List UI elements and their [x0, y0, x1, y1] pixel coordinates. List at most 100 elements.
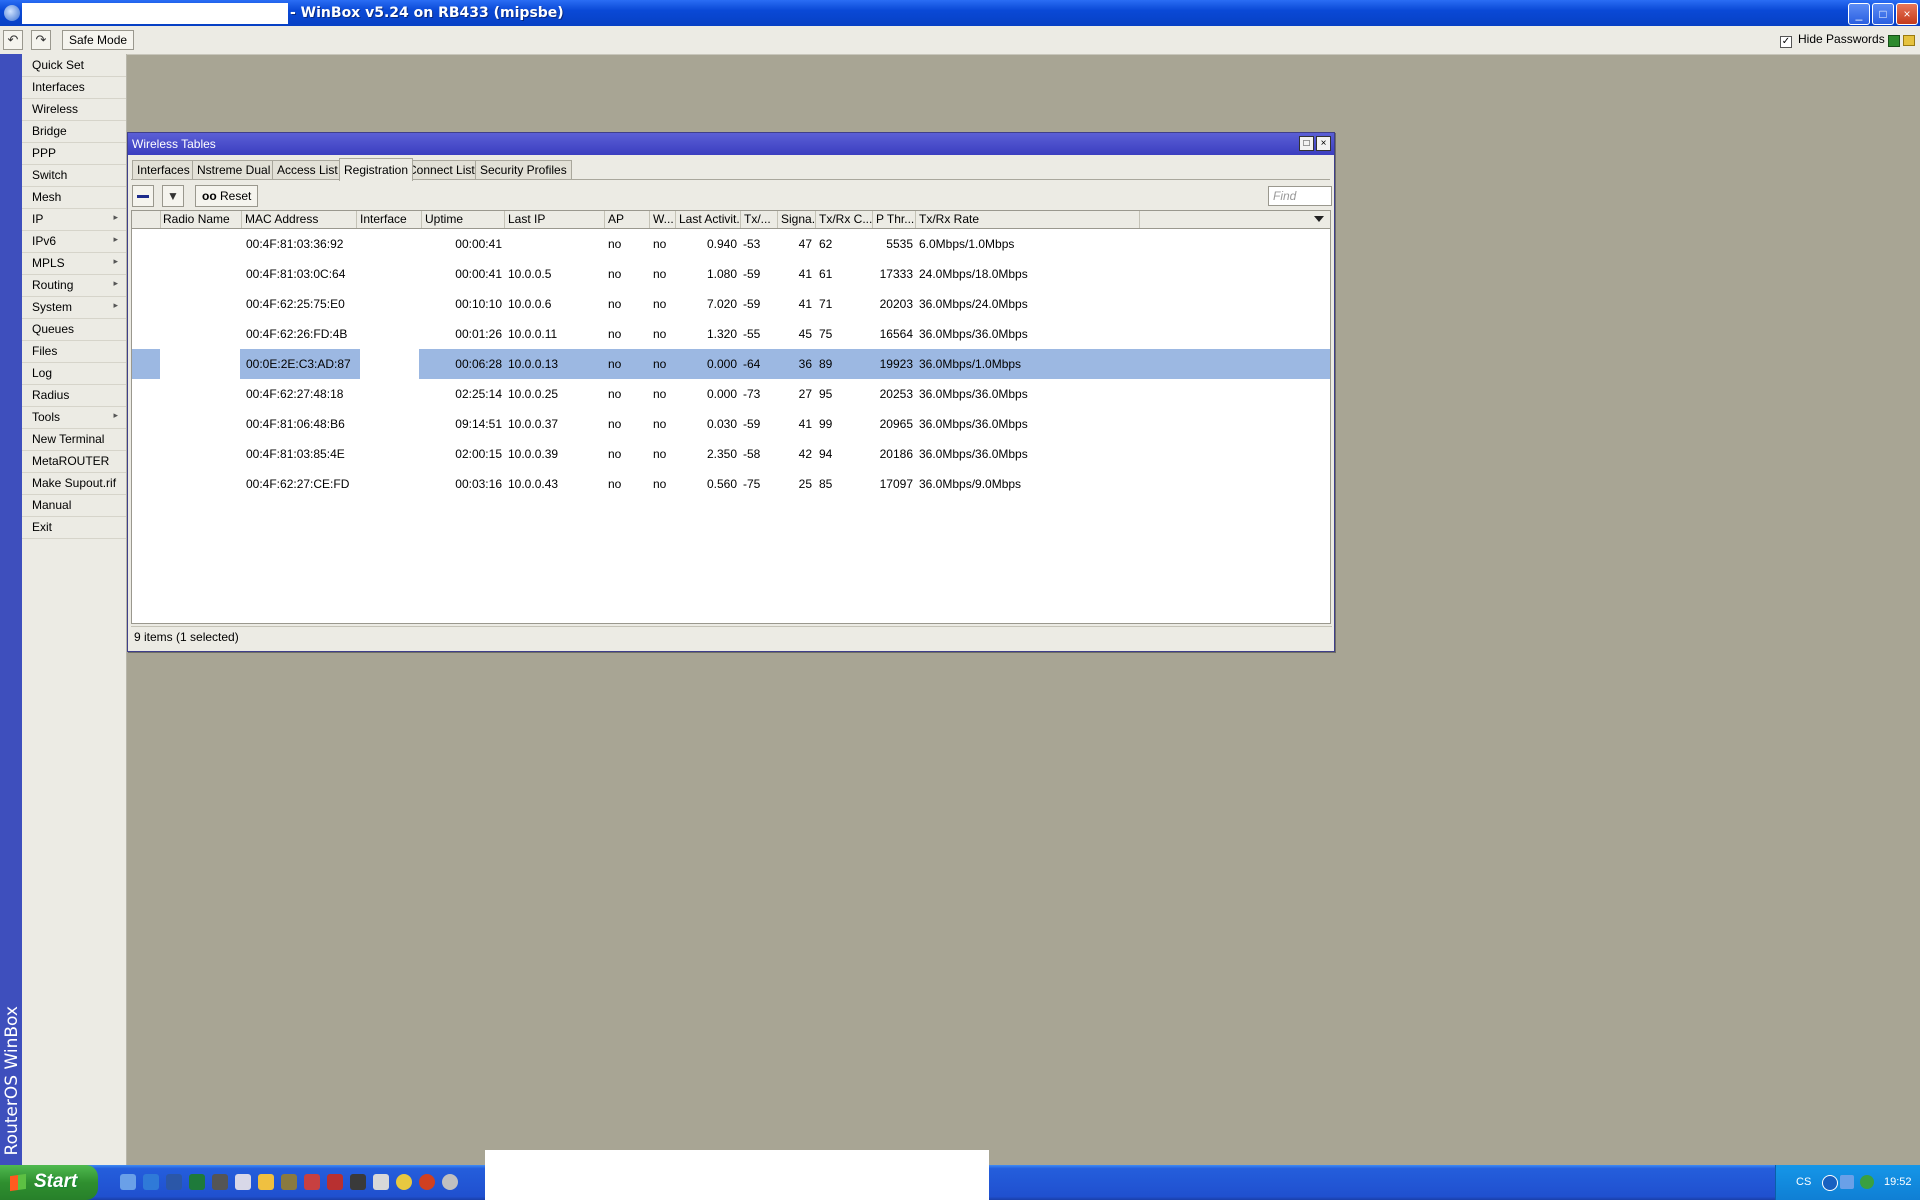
find-input[interactable]: Find: [1268, 186, 1332, 206]
winbox-app-icon[interactable]: [4, 5, 20, 21]
tab-nstreme-dual[interactable]: Nstreme Dual: [192, 160, 276, 180]
column-header-last-ip[interactable]: Last IP: [505, 211, 605, 228]
tray-network-icon[interactable]: [1840, 1175, 1854, 1189]
remove-button[interactable]: [132, 185, 154, 207]
language-indicator[interactable]: CS: [1796, 1176, 1811, 1188]
quicklaunch-outlook-icon[interactable]: [120, 1174, 136, 1190]
tab-interfaces[interactable]: Interfaces: [132, 160, 195, 180]
start-button[interactable]: Start: [0, 1165, 98, 1200]
tray-status-icon[interactable]: [1860, 1175, 1874, 1189]
quicklaunch-excel-icon[interactable]: [189, 1174, 205, 1190]
sidebar-item-label: Exit: [32, 520, 53, 534]
column-header-radio-name[interactable]: Radio Name: [160, 211, 242, 228]
sidebar-item-radius[interactable]: Radius: [22, 384, 126, 407]
cell-tx: -75: [743, 477, 761, 491]
column-header-last-activit[interactable]: Last Activit...: [676, 211, 741, 228]
sidebar-item-routing[interactable]: Routing ▸: [22, 274, 126, 297]
cell-ap: no: [608, 237, 622, 251]
quicklaunch-word-icon[interactable]: [166, 1174, 182, 1190]
undo-icon[interactable]: ↶: [3, 30, 23, 50]
column-header-tx[interactable]: Tx/...: [741, 211, 778, 228]
window-title-bar[interactable]: Wireless Tables □ ×: [128, 133, 1334, 155]
cell-ap: no: [608, 387, 622, 401]
sidebar-item-queues[interactable]: Queues: [22, 318, 126, 341]
sidebar-item-ip[interactable]: IP ▸: [22, 208, 126, 231]
column-header-ap[interactable]: AP: [605, 211, 650, 228]
sidebar-item-metarouter[interactable]: MetaROUTER: [22, 450, 126, 473]
sidebar-item-exit[interactable]: Exit: [22, 516, 126, 539]
sidebar-item-system[interactable]: System ▸: [22, 296, 126, 319]
table-row[interactable]: 00:4F:81:03:0C:64 00:00:41 10.0.0.5 no no 1.0…: [132, 259, 1330, 289]
reset-counters-button[interactable]: oo Reset: [195, 185, 259, 207]
quicklaunch-tools-icon[interactable]: [212, 1174, 228, 1190]
sidebar-item-label: Make Supout.rif: [32, 476, 117, 490]
column-header-p-thr[interactable]: P Thr...: [873, 211, 916, 228]
column-header-mac-address[interactable]: MAC Address: [242, 211, 357, 228]
quicklaunch-chrome-icon[interactable]: [396, 1174, 412, 1190]
sidebar-item-new-terminal[interactable]: New Terminal: [22, 428, 126, 451]
quicklaunch-app3-icon[interactable]: [304, 1174, 320, 1190]
sidebar-item-switch[interactable]: Switch: [22, 164, 126, 187]
column-header-tx-rx-c[interactable]: Tx/Rx C...: [816, 211, 873, 228]
sidebar-item-manual[interactable]: Manual: [22, 494, 126, 517]
sidebar-item-log[interactable]: Log: [22, 362, 126, 385]
column-header-uptime[interactable]: Uptime: [422, 211, 505, 228]
column-header-tx-rx-rate[interactable]: Tx/Rx Rate: [916, 211, 1140, 228]
cell-last-activity: 0.000: [706, 387, 737, 401]
sidebar-item-files[interactable]: Files: [22, 340, 126, 363]
sidebar-item-label: Files: [32, 344, 58, 358]
table-row[interactable]: 00:0E:2E:C3:AD:87 00:06:28 10.0.0.13 no no 0.…: [132, 349, 1330, 379]
sidebar-item-label: Switch: [32, 168, 68, 182]
cell-w: no: [653, 387, 667, 401]
quicklaunch-app2-icon[interactable]: [281, 1174, 297, 1190]
quicklaunch-winbox-icon[interactable]: [350, 1174, 366, 1190]
minimize-button[interactable]: _: [1848, 3, 1870, 25]
close-button[interactable]: ×: [1896, 3, 1918, 25]
tab-security-profiles[interactable]: Security Profiles: [475, 160, 572, 180]
cell-w: no: [653, 267, 667, 281]
window-close-icon[interactable]: ×: [1316, 136, 1331, 151]
table-row[interactable]: 00:4F:81:06:48:B6 09:14:51 10.0.0.37 no no 0.…: [132, 409, 1330, 439]
table-row[interactable]: 00:4F:62:27:CE:FD 00:03:16 10.0.0.43 no no 0.…: [132, 469, 1330, 499]
sidebar-item-make-supout-rif[interactable]: Make Supout.rif: [22, 472, 126, 495]
sidebar-item-quick-set[interactable]: Quick Set: [22, 54, 126, 77]
quicklaunch-app5-icon[interactable]: [442, 1174, 458, 1190]
sidebar-item-wireless[interactable]: Wireless: [22, 98, 126, 121]
quicklaunch-notepad-icon[interactable]: [373, 1174, 389, 1190]
sidebar-item-ppp[interactable]: PPP: [22, 142, 126, 165]
sidebar-item-tools[interactable]: Tools ▸: [22, 406, 126, 429]
quicklaunch-opera-icon[interactable]: [419, 1174, 435, 1190]
hide-passwords-toggle[interactable]: ✓ Hide Passwords: [1780, 32, 1885, 48]
sidebar-item-bridge[interactable]: Bridge: [22, 120, 126, 143]
tab-registration[interactable]: Registration: [339, 158, 414, 181]
table-row[interactable]: 00:4F:81:03:36:92 00:00:41 no no 0.940 -53 47 6…: [132, 229, 1330, 259]
sidebar-item-ipv6[interactable]: IPv6 ▸: [22, 230, 126, 253]
table-row[interactable]: 00:4F:62:27:48:18 02:25:14 10.0.0.25 no no 0.…: [132, 379, 1330, 409]
column-header-interface[interactable]: Interface: [357, 211, 422, 228]
safe-mode-button[interactable]: Safe Mode: [62, 30, 135, 50]
sidebar-item-interfaces[interactable]: Interfaces: [22, 76, 126, 99]
column-chooser-dropdown-icon[interactable]: [1314, 216, 1324, 222]
checkbox-checked-icon[interactable]: ✓: [1780, 36, 1792, 48]
tray-back-icon[interactable]: [1822, 1175, 1838, 1191]
sidebar-item-mesh[interactable]: Mesh: [22, 186, 126, 209]
tab-connect-list[interactable]: Connect List: [403, 160, 480, 180]
filter-icon[interactable]: ▼: [162, 185, 184, 207]
redo-icon[interactable]: ↷: [31, 30, 51, 50]
quicklaunch-media-icon[interactable]: [235, 1174, 251, 1190]
table-row[interactable]: 00:4F:62:25:75:E0 00:10:10 10.0.0.6 no no 7.0…: [132, 289, 1330, 319]
table-row[interactable]: 00:4F:62:26:FD:4B 00:01:26 10.0.0.11 no no 1.…: [132, 319, 1330, 349]
sidebar-item-mpls[interactable]: MPLS ▸: [22, 252, 126, 275]
reset-label: Reset: [220, 189, 252, 203]
column-header-signa[interactable]: Signa...: [778, 211, 816, 228]
tab-access-list[interactable]: Access List: [272, 160, 343, 180]
maximize-button[interactable]: □: [1872, 3, 1894, 25]
window-maximize-icon[interactable]: □: [1299, 136, 1314, 151]
table-row[interactable]: 00:4F:81:03:85:4E 02:00:15 10.0.0.39 no no 2.…: [132, 439, 1330, 469]
column-header-w[interactable]: W...: [650, 211, 676, 228]
quicklaunch-ie-icon[interactable]: [143, 1174, 159, 1190]
cell-p-throughput: 20186: [879, 447, 913, 461]
sidebar-item-label: PPP: [32, 146, 57, 160]
quicklaunch-app-icon[interactable]: [258, 1174, 274, 1190]
quicklaunch-app4-icon[interactable]: [327, 1174, 343, 1190]
